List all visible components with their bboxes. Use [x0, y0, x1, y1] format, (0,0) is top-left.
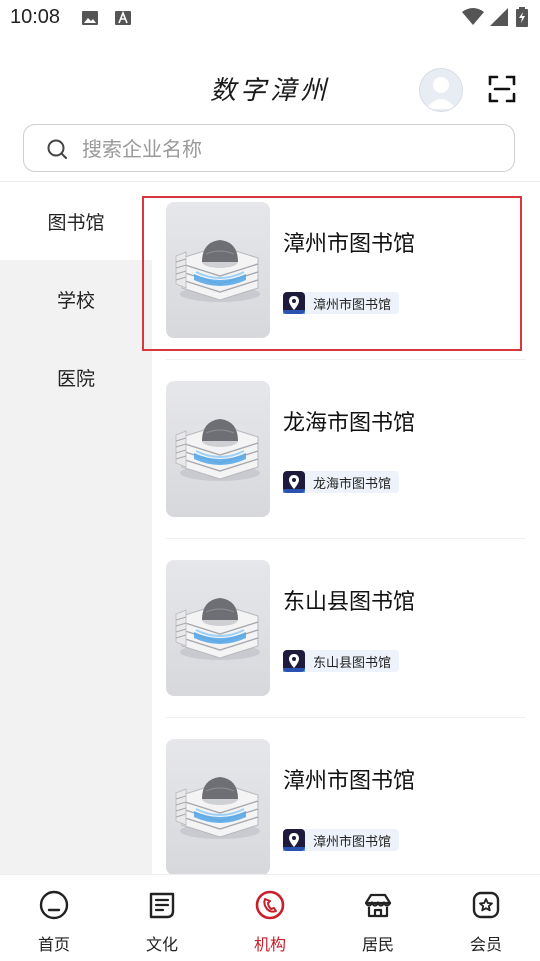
library-thumbnail	[166, 381, 270, 517]
image-notification-icon	[82, 11, 98, 25]
list-item[interactable]: 漳州市图书馆 漳州市图书馆	[152, 182, 526, 360]
nav-item-culture[interactable]: 文化	[108, 875, 216, 961]
status-bar: 10:08	[0, 0, 540, 38]
library-thumbnail	[166, 739, 270, 874]
institution-name: 漳州市图书馆	[283, 769, 416, 794]
location-tag-label: 东山县图书馆	[313, 655, 392, 671]
user-avatar-icon	[426, 77, 456, 109]
location-tag: 漳州市图书馆	[283, 829, 400, 851]
nav-label: 会员	[469, 935, 502, 954]
battery-icon	[516, 7, 528, 27]
search-input[interactable]	[80, 125, 504, 173]
signal-icon	[490, 8, 508, 26]
sidebar-item-label: 学校	[56, 289, 95, 312]
library-thumbnail	[166, 560, 270, 696]
home-icon	[39, 890, 69, 920]
avatar[interactable]	[419, 68, 463, 112]
institution-icon	[255, 890, 285, 920]
location-pin-icon	[283, 292, 305, 314]
location-tag-label: 龙海市图书馆	[313, 476, 392, 492]
scan-icon[interactable]	[487, 74, 517, 104]
culture-icon	[149, 892, 175, 919]
bottom-nav: 首页 文化 机构 居民 会员	[0, 874, 540, 961]
institution-list: 漳州市图书馆 漳州市图书馆 龙海市图书馆 龙海市图书馆 东山县图书馆 东山县图书…	[152, 182, 540, 874]
location-tag: 东山县图书馆	[283, 650, 400, 672]
nav-label: 居民	[361, 935, 394, 954]
location-tag-label: 漳州市图书馆	[313, 297, 392, 313]
list-item[interactable]: 漳州市图书馆 漳州市图书馆	[152, 719, 526, 874]
category-sidebar: 图书馆 学校 医院	[0, 182, 152, 874]
library-thumbnail	[166, 202, 270, 338]
sidebar-item-hospital[interactable]: 医院	[0, 338, 152, 416]
location-pin-icon	[283, 650, 305, 672]
resident-icon	[364, 893, 392, 918]
wifi-icon	[462, 8, 484, 25]
location-pin-icon	[283, 471, 305, 493]
nav-item-institution[interactable]: 机构	[216, 875, 324, 961]
institution-name: 龙海市图书馆	[283, 411, 416, 436]
location-tag: 漳州市图书馆	[283, 292, 400, 314]
nav-item-resident[interactable]: 居民	[324, 875, 432, 961]
sidebar-item-library[interactable]: 图书馆	[0, 182, 152, 260]
nav-label: 首页	[37, 935, 70, 954]
nav-item-home[interactable]: 首页	[0, 875, 108, 961]
sidebar-item-school[interactable]: 学校	[0, 260, 152, 338]
item-divider	[166, 359, 526, 360]
sidebar-item-label: 图书馆	[47, 211, 105, 234]
institution-name: 东山县图书馆	[283, 590, 416, 615]
app-header: 数字漳州	[0, 38, 540, 122]
member-icon	[472, 891, 500, 919]
item-divider	[166, 538, 526, 539]
status-time: 10:08	[10, 6, 61, 28]
nav-label: 机构	[253, 935, 286, 954]
list-item[interactable]: 龙海市图书馆 龙海市图书馆	[152, 361, 526, 539]
item-divider	[166, 717, 526, 718]
text-notification-icon	[115, 10, 131, 25]
search-icon	[47, 139, 67, 159]
location-tag: 龙海市图书馆	[283, 471, 400, 493]
list-item[interactable]: 东山县图书馆 东山县图书馆	[152, 540, 526, 718]
institution-name: 漳州市图书馆	[283, 232, 416, 257]
nav-label: 文化	[145, 935, 178, 954]
location-tag-label: 漳州市图书馆	[313, 834, 392, 850]
sidebar-item-label: 医院	[56, 367, 95, 390]
search-bar[interactable]	[23, 124, 515, 173]
location-pin-icon	[283, 829, 305, 851]
nav-item-member[interactable]: 会员	[432, 875, 540, 961]
